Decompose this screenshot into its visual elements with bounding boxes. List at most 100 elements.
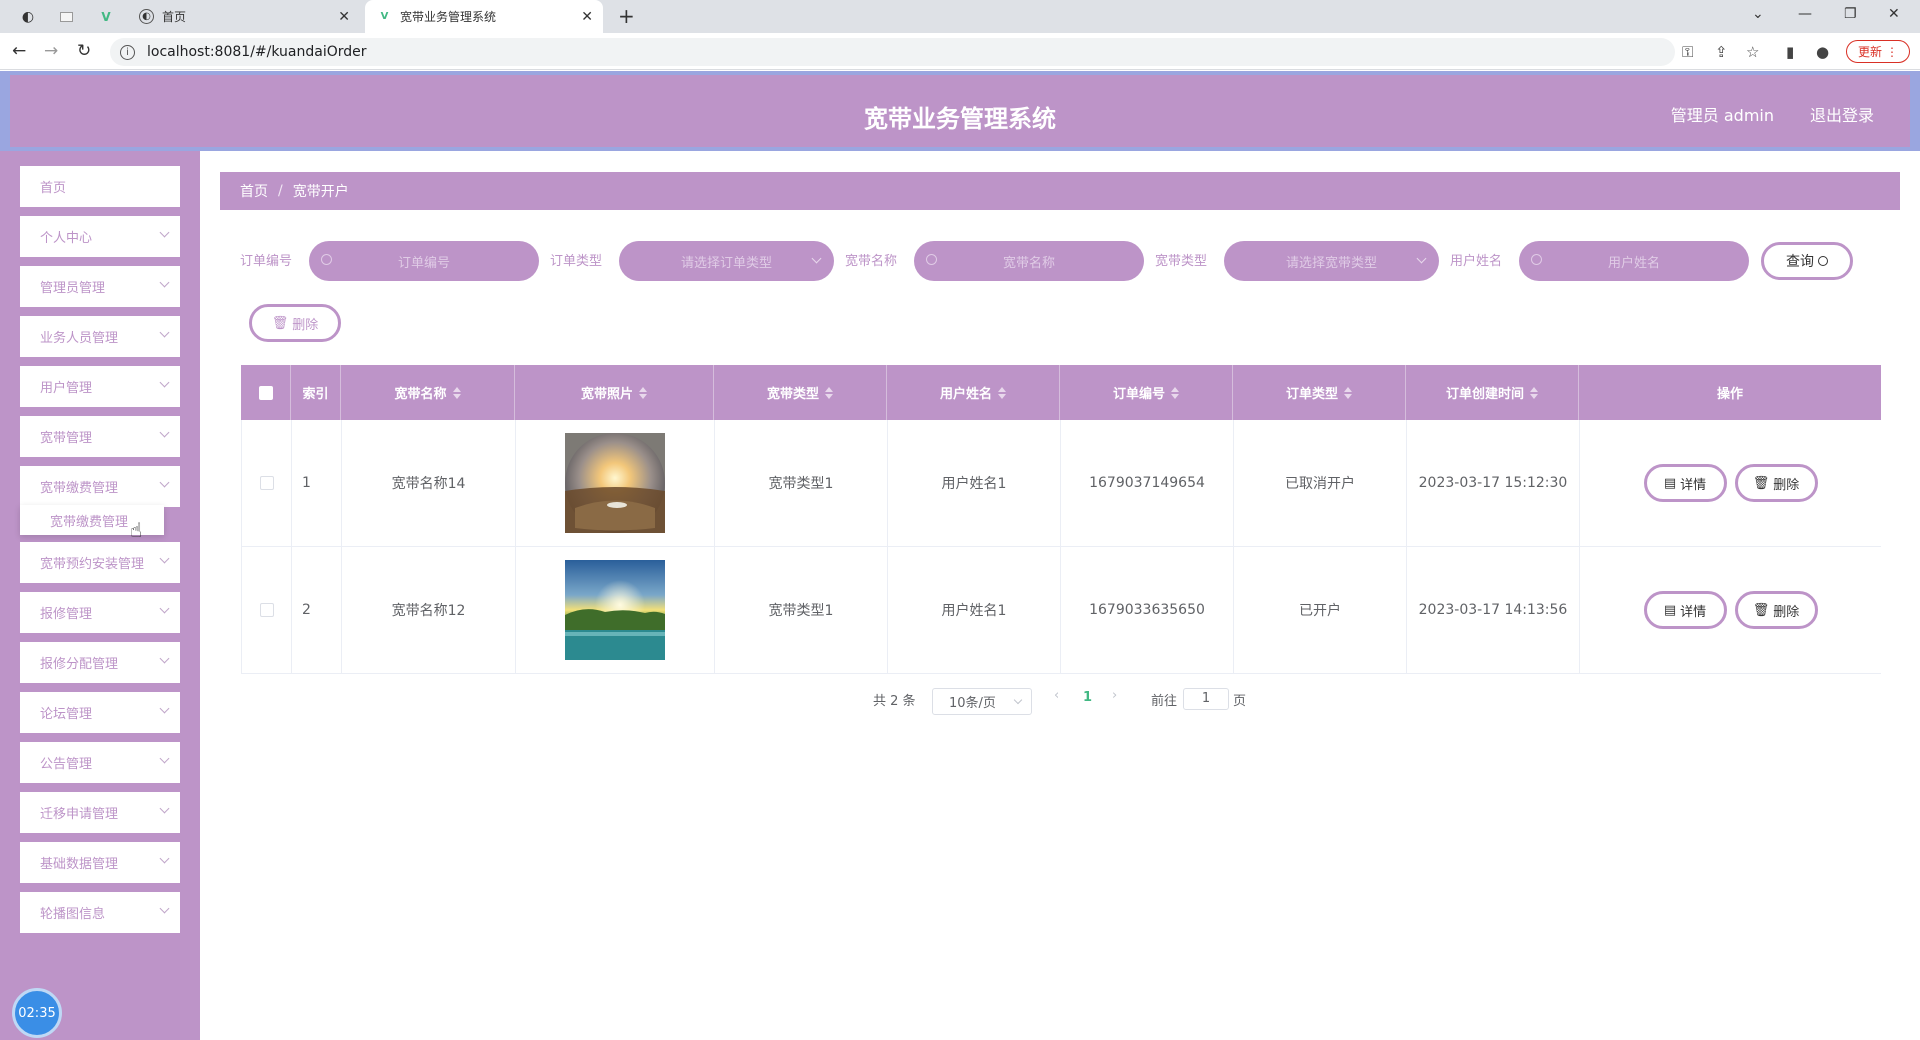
prev-page-icon[interactable]: ‹ xyxy=(1054,688,1059,703)
trash-icon: 🗑 xyxy=(271,315,289,331)
minimize-icon[interactable]: — xyxy=(1798,6,1812,22)
close-window-icon[interactable]: ✕ xyxy=(1888,6,1900,22)
sidebar-item-notice[interactable]: 公告管理 xyxy=(20,742,180,783)
sidebar-item-label: 宽带缴费管理 xyxy=(40,481,119,496)
row-check-cell xyxy=(242,547,292,673)
submenu-item-payment[interactable]: 宽带缴费管理 xyxy=(20,505,164,535)
sidebar-item-home[interactable]: 首页 xyxy=(20,166,180,207)
kd-type-select[interactable]: 请选择宽带类型 xyxy=(1224,241,1439,281)
col-photo[interactable]: 宽带照片 xyxy=(515,365,714,420)
col-type[interactable]: 宽带类型 xyxy=(714,365,887,420)
sort-icon[interactable] xyxy=(1530,386,1538,399)
sidebar-item-install[interactable]: 宽带预约安装管理 xyxy=(20,542,180,583)
select-all-checkbox[interactable] xyxy=(258,385,273,400)
sidebar-item-label: 公告管理 xyxy=(40,757,93,772)
sidebar-item-staff[interactable]: 业务人员管理 xyxy=(20,316,180,357)
back-icon[interactable]: ← xyxy=(12,41,26,61)
breadcrumb-home[interactable]: 首页 xyxy=(240,181,268,201)
order-type-select[interactable]: 请选择订单类型 xyxy=(619,241,834,281)
detail-button[interactable]: ▤ 详情 xyxy=(1643,464,1727,502)
row-checkbox[interactable] xyxy=(259,603,274,617)
sort-icon[interactable] xyxy=(1344,386,1352,399)
logout-link[interactable]: 退出登录 xyxy=(1810,102,1874,126)
delete-button[interactable]: 🗑 删除 xyxy=(1734,464,1818,502)
reload-icon[interactable]: ↻ xyxy=(77,41,91,61)
tab-active[interactable]: V 宽带业务管理系统 ✕ xyxy=(365,0,603,33)
goto-page-input[interactable]: 1 xyxy=(1183,688,1229,710)
order-no-input[interactable]: 订单编号 xyxy=(309,241,539,281)
sidebar-item-basedata[interactable]: 基础数据管理 xyxy=(20,842,180,883)
profile-icon[interactable]: ● xyxy=(1816,43,1829,61)
hand-cursor-icon: ☝ xyxy=(130,518,143,542)
col-name[interactable]: 宽带名称 xyxy=(341,365,515,420)
col-order-type[interactable]: 订单类型 xyxy=(1233,365,1406,420)
sort-icon[interactable] xyxy=(998,386,1006,399)
chevron-down-icon xyxy=(159,703,170,714)
sidebar-item-payment[interactable]: 宽带缴费管理 xyxy=(20,466,180,507)
sort-icon[interactable] xyxy=(639,386,647,399)
url-field[interactable]: i localhost:8081/#/kuandaiOrder xyxy=(110,38,1675,66)
close-icon[interactable]: ✕ xyxy=(338,9,350,25)
app-header: 宽带业务管理系统 管理员 admin 退出登录 xyxy=(0,71,1920,151)
sidebar-item-label: 管理员管理 xyxy=(40,281,106,296)
share-icon[interactable]: ⇪ xyxy=(1715,43,1728,61)
kd-name-input[interactable]: 宽带名称 xyxy=(914,241,1144,281)
update-button[interactable]: 更新 ⋮ xyxy=(1846,40,1910,63)
detail-button[interactable]: ▤ 详情 xyxy=(1643,591,1727,629)
query-button[interactable]: 查询 xyxy=(1761,242,1853,280)
sort-icon[interactable] xyxy=(1171,386,1179,399)
col-order-no[interactable]: 订单编号 xyxy=(1060,365,1233,420)
sidebar-item-migration[interactable]: 迁移申请管理 xyxy=(20,792,180,833)
tab-pinned-1[interactable]: ◐ xyxy=(14,0,42,33)
sidebar: 首页 个人中心 管理员管理 业务人员管理 用户管理 宽带管理 宽带缴费管理 宽带… xyxy=(0,151,200,1040)
col-ops: 操作 xyxy=(1579,365,1881,420)
restore-icon[interactable]: ❐ xyxy=(1844,6,1857,22)
sidebar-toggle-icon[interactable]: ▮ xyxy=(1786,43,1794,61)
delete-label: 删除 xyxy=(292,317,319,333)
page-suffix: 页 xyxy=(1233,694,1247,709)
sidebar-item-admins[interactable]: 管理员管理 xyxy=(20,266,180,307)
col-label: 索引 xyxy=(302,387,329,402)
browser-tab-bar: ◐ V ◐ 首页 ✕ V 宽带业务管理系统 ✕ + ⌄ — ❐ ✕ xyxy=(0,0,1920,33)
cell-order-type: 已取消开户 xyxy=(1234,420,1407,546)
next-page-icon[interactable]: › xyxy=(1112,688,1117,703)
delete-button[interactable]: 🗑 删除 xyxy=(1734,591,1818,629)
key-icon[interactable]: ⚿ xyxy=(1682,43,1693,61)
kd-type-label: 宽带类型 xyxy=(1155,254,1208,269)
sidebar-item-profile[interactable]: 个人中心 xyxy=(20,216,180,257)
document-icon: ▤ xyxy=(1663,475,1677,491)
cell-index: 2 xyxy=(292,547,342,673)
batch-delete-button[interactable]: 🗑 删除 xyxy=(249,304,341,342)
user-name-input[interactable]: 用户姓名 xyxy=(1519,241,1749,281)
clock-widget[interactable]: 02:35 xyxy=(12,988,62,1038)
tab-pinned-3[interactable]: V xyxy=(92,0,120,33)
sidebar-item-repair-assign[interactable]: 报修分配管理 xyxy=(20,642,180,683)
page-size-select[interactable]: 10条/页 xyxy=(932,688,1032,715)
sort-icon[interactable] xyxy=(452,386,461,399)
row-checkbox[interactable] xyxy=(259,476,274,490)
sidebar-item-forum[interactable]: 论坛管理 xyxy=(20,692,180,733)
order-type-placeholder: 请选择订单类型 xyxy=(680,255,772,271)
page-current[interactable]: 1 xyxy=(1083,690,1092,705)
sidebar-item-users[interactable]: 用户管理 xyxy=(20,366,180,407)
col-user[interactable]: 用户姓名 xyxy=(887,365,1060,420)
col-label: 订单类型 xyxy=(1285,387,1338,402)
tab-pinned-2[interactable] xyxy=(52,0,80,33)
sort-icon[interactable] xyxy=(825,386,833,399)
sidebar-item-broadband[interactable]: 宽带管理 xyxy=(20,416,180,457)
close-icon[interactable]: ✕ xyxy=(581,9,593,25)
cell-ops: ▤ 详情 🗑 删除 xyxy=(1580,420,1881,546)
address-bar: ← → ↻ i localhost:8081/#/kuandaiOrder ⚿ … xyxy=(0,33,1920,70)
sidebar-item-carousel[interactable]: 轮播图信息 xyxy=(20,892,180,933)
col-created[interactable]: 订单创建时间 xyxy=(1406,365,1579,420)
sunset-desert-photo[interactable] xyxy=(565,433,665,533)
chevron-down-icon[interactable]: ⌄ xyxy=(1752,6,1764,22)
new-tab-icon[interactable]: + xyxy=(618,4,635,28)
forward-icon[interactable]: → xyxy=(44,41,58,61)
search-icon xyxy=(1531,254,1542,265)
tab-home[interactable]: ◐ 首页 ✕ xyxy=(131,0,360,33)
lake-sunrise-photo[interactable] xyxy=(565,560,665,660)
star-icon[interactable]: ☆ xyxy=(1746,43,1759,61)
sidebar-item-repair[interactable]: 报修管理 xyxy=(20,592,180,633)
info-icon[interactable]: i xyxy=(120,44,135,60)
